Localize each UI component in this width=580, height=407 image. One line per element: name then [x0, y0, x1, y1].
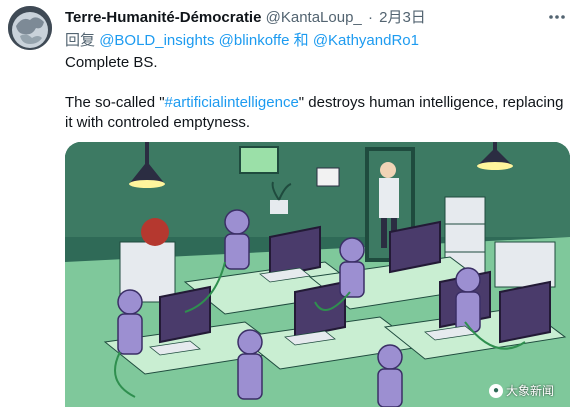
more-horizontal-icon[interactable]: [548, 9, 566, 19]
tweet-text-line1: Complete BS.: [65, 54, 158, 71]
office-robots-illustration: [65, 142, 570, 407]
watermark-text: 大象新闻: [505, 384, 554, 398]
text-before-hashtag: The so-called ": [65, 94, 165, 111]
hashtag-link[interactable]: #artificialintelligence: [165, 94, 299, 111]
reply-context: 回复 @BOLD_insights @blinkoffe 和 @Kathyand…: [65, 29, 419, 50]
mention-blinkoffe[interactable]: @blinkoffe: [219, 32, 290, 49]
tweet-text: Complete BS. The so-called "#artificiali…: [65, 53, 565, 133]
user-handle[interactable]: @KantaLoup_: [266, 9, 362, 26]
avatar[interactable]: [8, 6, 52, 50]
mention-bold-insights[interactable]: @BOLD_insights: [99, 32, 214, 49]
display-name[interactable]: Terre-Humanité-Démocratie: [65, 9, 261, 26]
tweet-media-image[interactable]: ● 大象新闻: [65, 142, 570, 407]
tweet-date[interactable]: 2月3日: [379, 9, 426, 26]
tweet-header: Terre-Humanité-Démocratie @KantaLoup_ · …: [65, 6, 540, 26]
separator-dot: ·: [367, 9, 373, 26]
mention-kathyandro1[interactable]: @KathyandRo1: [313, 32, 419, 49]
elephant-logo-icon: ●: [488, 383, 503, 398]
media-watermark: ● 大象新闻: [488, 382, 554, 399]
tweet-text-body: The so-called "#artificialintelligence" …: [65, 93, 565, 133]
reply-prefix: 回复: [65, 32, 96, 49]
mention-conjunction: 和: [293, 32, 309, 49]
avatar-image: [8, 6, 52, 50]
